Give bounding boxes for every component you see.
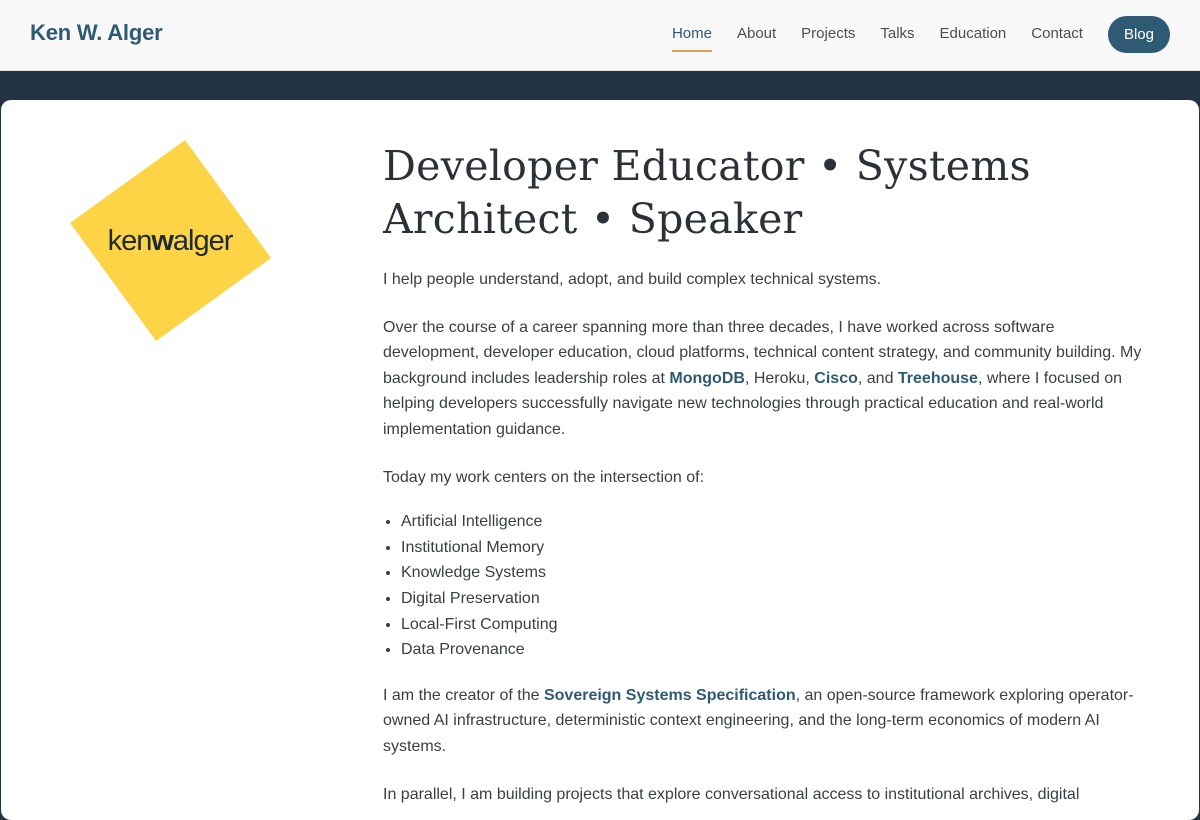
site-header: Ken W. Alger Home About Projects Talks E… — [0, 0, 1200, 71]
nav-home[interactable]: Home — [671, 17, 712, 52]
mongodb-link[interactable]: MongoDB — [669, 370, 745, 387]
page-headline: Developer Educator • Systems Architect •… — [383, 142, 1031, 243]
sovereign-systems-link[interactable]: Sovereign Systems Specification — [544, 687, 796, 704]
list-item: Knowledge Systems — [401, 560, 1143, 586]
nav-talks[interactable]: Talks — [880, 17, 914, 52]
logo-wordmark: kenwalger — [108, 225, 234, 257]
career-paragraph: Over the course of a career spanning mor… — [383, 318, 1142, 438]
kenwalger-logo: kenwalger — [70, 140, 271, 341]
treehouse-link[interactable]: Treehouse — [898, 370, 978, 387]
list-item: Digital Preservation — [401, 586, 1143, 612]
nav-contact[interactable]: Contact — [1031, 17, 1083, 52]
cisco-link[interactable]: Cisco — [814, 370, 858, 387]
nav-education[interactable]: Education — [940, 17, 1007, 52]
list-item: Local-First Computing — [401, 612, 1143, 638]
creator-paragraph: I am the creator of the Sovereign System… — [383, 686, 1134, 755]
main-content: Developer Educator • Systems Architect •… — [383, 140, 1143, 807]
blog-button[interactable]: Blog — [1107, 16, 1170, 53]
list-item: Data Provenance — [401, 637, 1143, 663]
nav-projects[interactable]: Projects — [801, 17, 855, 52]
list-item: Artificial Intelligence — [401, 509, 1143, 535]
site-brand-link[interactable]: Ken W. Alger — [30, 20, 163, 46]
focus-intro-paragraph: Today my work centers on the intersectio… — [383, 468, 705, 486]
main-nav: Home About Projects Talks Education Cont… — [647, 16, 1170, 53]
focus-list: Artificial Intelligence Institutional Me… — [383, 509, 1143, 663]
parallel-paragraph: In parallel, I am building projects that… — [383, 785, 1080, 803]
intro-paragraph: I help people understand, adopt, and bui… — [383, 271, 882, 288]
nav-about[interactable]: About — [737, 17, 776, 52]
list-item: Institutional Memory — [401, 535, 1143, 561]
